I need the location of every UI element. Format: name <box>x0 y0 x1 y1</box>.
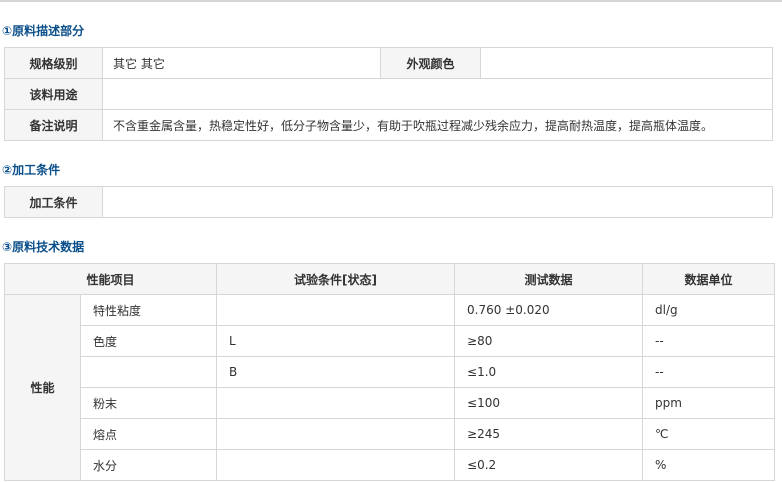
test-value: ≤100 <box>454 387 644 419</box>
property-group-label: 性能 <box>4 294 81 481</box>
test-condition: B <box>216 356 456 388</box>
data-unit: dl/g <box>642 294 776 326</box>
spec-label: 规格级别 <box>4 47 103 79</box>
remark-value: 不含重金属含量，热稳定性好，低分子物含量少，有助于吹瓶过程减少残余应力，提高耐热… <box>102 109 773 141</box>
table-row: 水分 ≤0.2 % <box>5 449 776 481</box>
remark-label: 备注说明 <box>4 109 103 141</box>
header-property: 性能项目 <box>3 263 218 295</box>
table-row: 性能 特性粘度 0.760 ±0.020 dl/g <box>4 294 776 481</box>
table-row: B ≤1.0 -- <box>5 356 776 388</box>
test-value: ≤0.2 <box>454 449 644 481</box>
data-unit: % <box>642 449 776 481</box>
test-condition <box>216 418 456 450</box>
header-unit: 数据单位 <box>642 263 776 295</box>
technical-data-table: 性能项目 试验条件[状态] 测试数据 数据单位 性能 特性粘度 0.760 ±0… <box>3 263 776 481</box>
section-title-processing: ②加工条件 <box>2 163 61 177</box>
property-name: 粉末 <box>79 387 218 419</box>
test-condition <box>216 449 456 481</box>
header-data: 测试数据 <box>454 263 644 295</box>
data-unit: -- <box>642 325 776 357</box>
property-name: 水分 <box>79 449 218 481</box>
processing-value <box>102 186 773 218</box>
property-name: 特性粘度 <box>79 294 218 326</box>
data-unit: -- <box>642 356 776 388</box>
property-name <box>79 356 218 388</box>
spec-value: 其它 其它 <box>102 47 381 79</box>
test-value: ≤1.0 <box>454 356 644 388</box>
table-row: 粉末 ≤100 ppm <box>5 387 776 419</box>
property-name: 色度 <box>79 325 218 357</box>
section-title-material-description: ①原料描述部分 <box>2 24 85 38</box>
appearance-value <box>480 47 773 79</box>
test-condition <box>216 387 456 419</box>
test-condition: L <box>216 325 456 357</box>
test-value: 0.760 ±0.020 <box>454 294 644 326</box>
material-description-table: 规格级别 其它 其它 外观颜色 该料用途 备注说明 不含重金属含量，热稳定性好，… <box>4 47 773 141</box>
processing-table: 加工条件 <box>4 186 773 218</box>
test-condition <box>216 294 456 326</box>
table-row: 色度 L ≥80 -- <box>5 325 776 357</box>
appearance-label: 外观颜色 <box>380 47 481 79</box>
usage-label: 该料用途 <box>4 78 103 110</box>
property-name: 熔点 <box>79 418 218 450</box>
data-unit: ppm <box>642 387 776 419</box>
test-value: ≥245 <box>454 418 644 450</box>
header-condition: 试验条件[状态] <box>216 263 456 295</box>
data-unit: ℃ <box>642 418 776 450</box>
test-value: ≥80 <box>454 325 644 357</box>
usage-value <box>102 78 773 110</box>
processing-label: 加工条件 <box>4 186 103 218</box>
top-divider <box>0 0 782 2</box>
table-row: 熔点 ≥245 ℃ <box>5 418 776 450</box>
section-title-technical-data: ③原料技术数据 <box>2 240 85 254</box>
